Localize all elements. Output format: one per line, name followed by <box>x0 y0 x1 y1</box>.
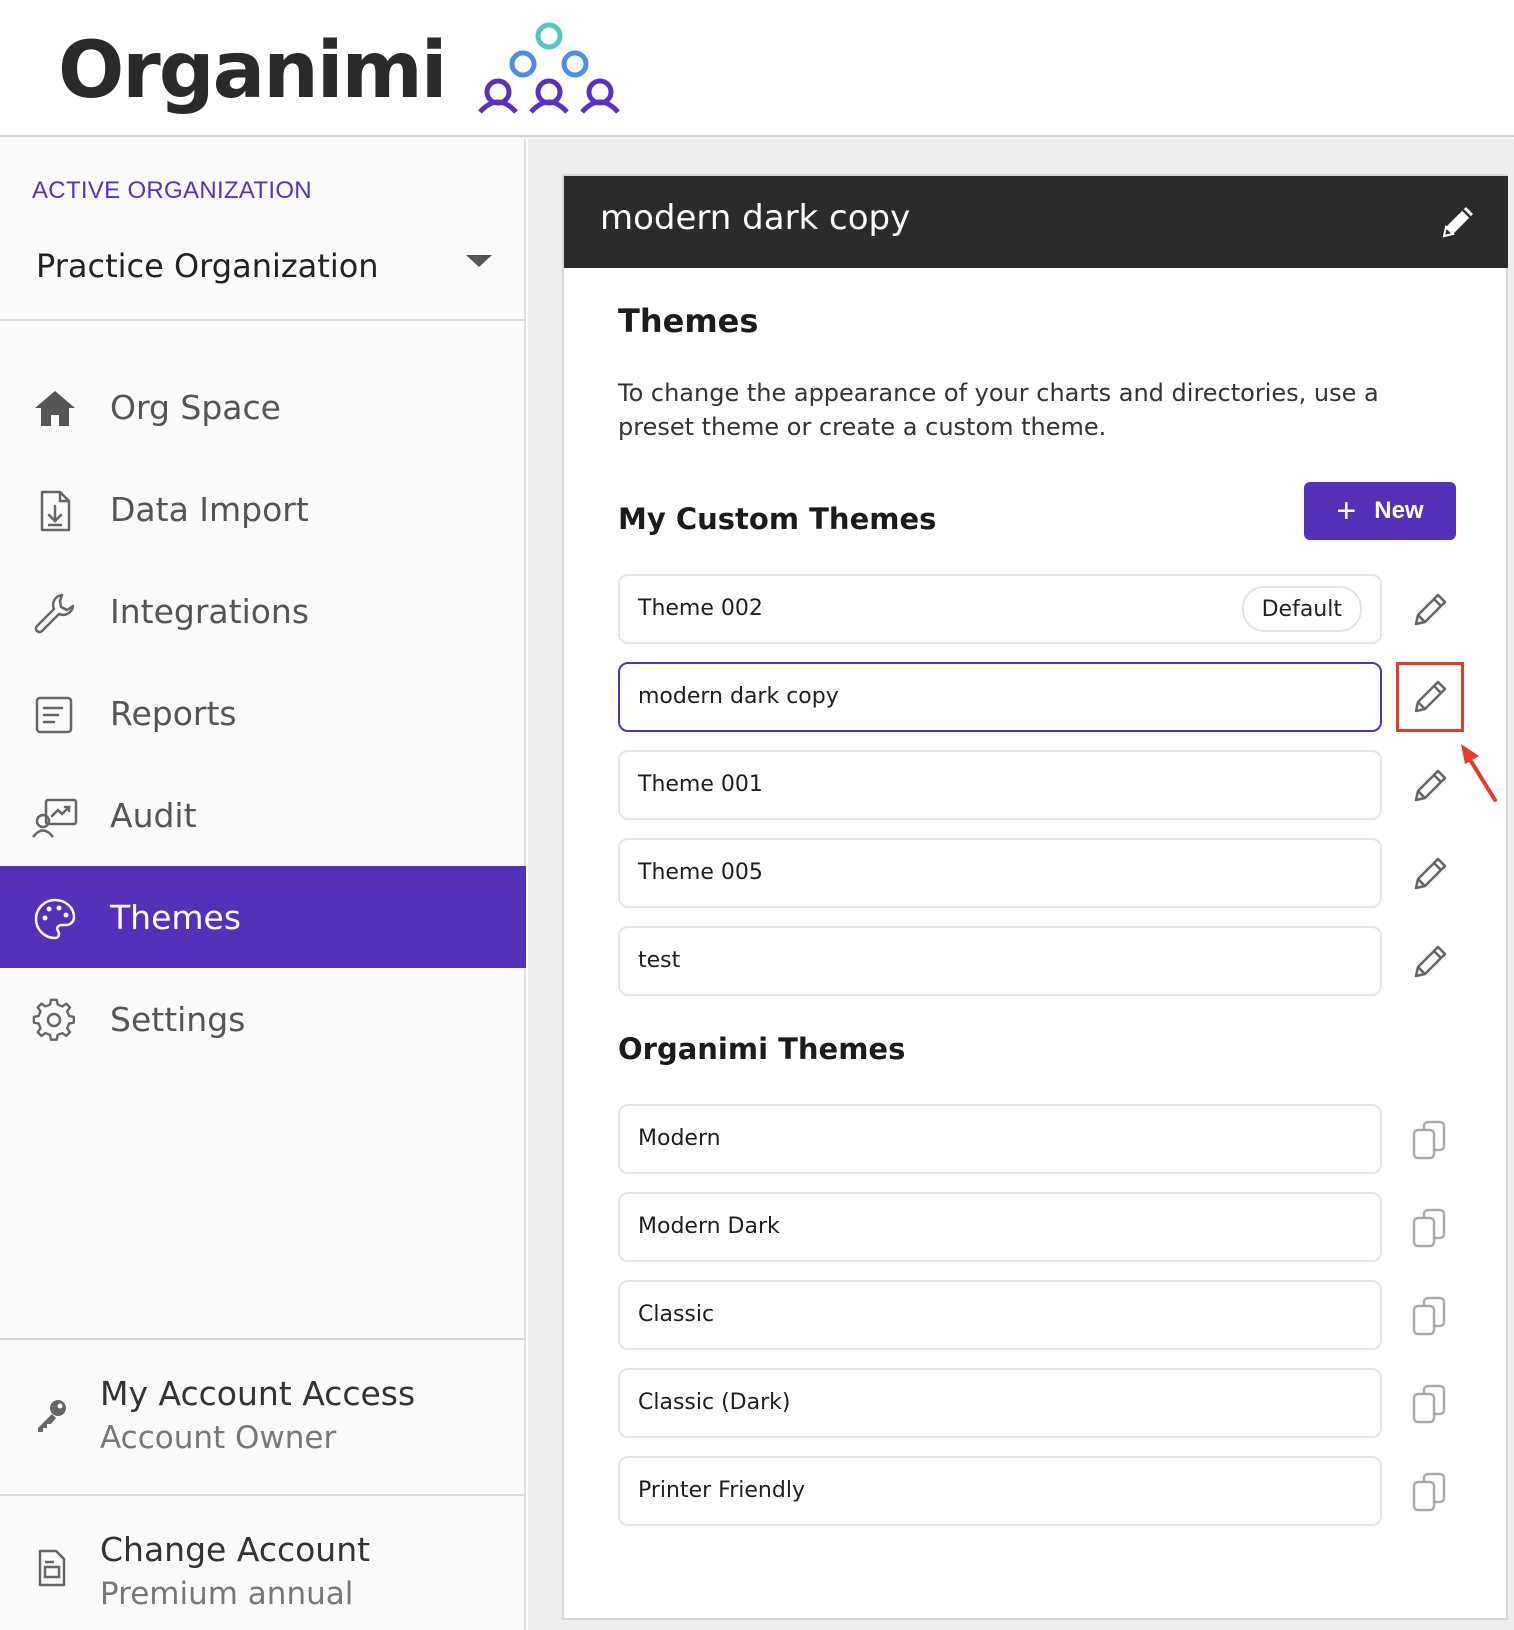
change-account-subtitle: Premium annual <box>100 1576 354 1612</box>
new-theme-button[interactable]: + New <box>1304 482 1456 540</box>
theme-row[interactable]: Classic (Dark) <box>618 1368 1382 1438</box>
theme-name: Theme 005 <box>638 860 763 885</box>
copy-icon[interactable] <box>1408 1206 1452 1250</box>
sidebar-item-label: Integrations <box>110 591 310 631</box>
copy-icon[interactable] <box>1408 1382 1452 1426</box>
audit-icon <box>32 798 78 838</box>
page-description: To change the appearance of your charts … <box>618 379 1379 441</box>
report-icon <box>35 696 73 734</box>
sidebar-item-settings[interactable]: Settings <box>0 968 526 1070</box>
theme-row[interactable]: Theme 002 Default <box>618 574 1382 644</box>
theme-row[interactable]: Classic <box>618 1280 1382 1350</box>
theme-row[interactable]: Theme 001 <box>618 750 1382 820</box>
file-import-icon <box>40 490 71 532</box>
page-title: Themes <box>618 302 759 340</box>
theme-row[interactable]: Printer Friendly <box>618 1456 1382 1526</box>
theme-row[interactable]: Theme 005 <box>618 838 1382 908</box>
change-account[interactable]: Change Account Premium annual <box>0 1494 526 1630</box>
pencil-icon[interactable] <box>1436 200 1480 244</box>
change-account-title: Change Account <box>100 1530 371 1569</box>
wrench-icon <box>34 593 75 634</box>
themes-panel: modern dark copy Themes To change the ap… <box>562 174 1508 1620</box>
theme-row[interactable]: test <box>618 926 1382 996</box>
pencil-icon[interactable] <box>1408 940 1452 984</box>
copy-icon[interactable] <box>1408 1294 1452 1338</box>
account-access-title: My Account Access <box>100 1374 416 1413</box>
plus-icon: + <box>1336 492 1357 530</box>
theme-name: modern dark copy <box>638 684 839 709</box>
theme-name: Printer Friendly <box>638 1478 805 1503</box>
sidebar: ACTIVE ORGANIZATION Practice Organizatio… <box>0 139 526 1630</box>
panel-header: modern dark copy <box>564 176 1508 268</box>
brand[interactable]: Organimi <box>58 22 624 116</box>
sidebar-item-label: Themes <box>110 897 242 937</box>
org-selector[interactable]: Practice Organization <box>0 219 526 321</box>
sidebar-item-label: Reports <box>110 693 237 733</box>
sidebar-item-themes[interactable]: Themes <box>0 866 526 968</box>
theme-name: Modern <box>638 1126 721 1151</box>
sidebar-item-label: Settings <box>110 999 246 1039</box>
copy-icon[interactable] <box>1408 1118 1452 1162</box>
theme-name: Theme 001 <box>638 772 763 797</box>
theme-name: Classic (Dark) <box>638 1390 791 1415</box>
theme-row[interactable]: Modern Dark <box>618 1192 1382 1262</box>
document-icon <box>38 1549 66 1587</box>
theme-row[interactable]: modern dark copy <box>618 662 1382 732</box>
copy-icon[interactable] <box>1408 1470 1452 1514</box>
theme-row[interactable]: Modern <box>618 1104 1382 1174</box>
home-icon <box>35 391 75 426</box>
custom-themes-title: My Custom Themes <box>618 502 937 536</box>
default-badge: Default <box>1241 586 1362 632</box>
sidebar-item-label: Org Space <box>110 387 281 427</box>
new-button-label: New <box>1374 497 1424 524</box>
sidebar-item-data-import[interactable]: Data Import <box>0 458 526 560</box>
pencil-icon[interactable] <box>1408 675 1452 719</box>
sidebar-item-audit[interactable]: Audit <box>0 764 526 866</box>
sidebar-item-reports[interactable]: Reports <box>0 662 526 764</box>
gear-icon <box>32 998 75 1041</box>
red-arrow-icon <box>1461 744 1497 802</box>
palette-icon <box>34 898 76 940</box>
sidebar-item-org-space[interactable]: Org Space <box>0 356 526 458</box>
pencil-icon[interactable] <box>1408 588 1452 632</box>
account-access-subtitle: Account Owner <box>100 1420 337 1456</box>
theme-name: Classic <box>638 1302 715 1327</box>
sidebar-item-integrations[interactable]: Integrations <box>0 560 526 662</box>
pencil-icon[interactable] <box>1408 764 1452 808</box>
pencil-icon[interactable] <box>1408 852 1452 896</box>
org-name: Practice Organization <box>36 247 379 285</box>
sidebar-item-label: Audit <box>110 795 197 835</box>
top-bar: Organimi <box>0 0 1514 137</box>
sidebar-nav: Org Space Data Import Integrations Repor… <box>0 356 526 1070</box>
active-org-label: ACTIVE ORGANIZATION <box>32 177 312 204</box>
organimi-themes-title: Organimi Themes <box>618 1032 906 1066</box>
chevron-down-icon <box>466 255 492 267</box>
key-icon <box>38 1400 66 1432</box>
my-account-access[interactable]: My Account Access Account Owner <box>0 1338 526 1494</box>
people-hierarchy-logo <box>477 22 620 114</box>
brand-name: Organimi <box>58 26 448 116</box>
panel-header-title: modern dark copy <box>600 198 911 238</box>
theme-name: Modern Dark <box>638 1214 780 1239</box>
theme-name: test <box>638 948 681 973</box>
theme-name: Theme 002 <box>638 596 763 621</box>
sidebar-item-label: Data Import <box>110 489 309 529</box>
